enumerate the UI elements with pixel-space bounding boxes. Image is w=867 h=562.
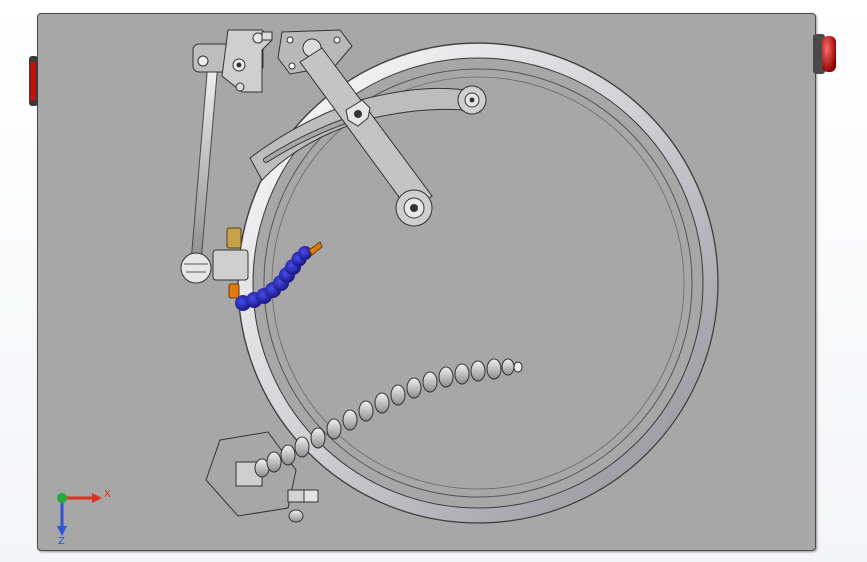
vertical-rod[interactable] bbox=[190, 61, 219, 263]
elbow-fitting[interactable] bbox=[287, 489, 319, 523]
z-axis-label: Z bbox=[58, 536, 65, 547]
top-clamp[interactable] bbox=[192, 29, 273, 93]
assembly-scene: X Z bbox=[29, 29, 836, 547]
lower-clamp[interactable] bbox=[180, 227, 249, 299]
wheel-ring[interactable] bbox=[237, 42, 719, 524]
coordinate-triad: X Z bbox=[57, 489, 111, 547]
y-axis bbox=[57, 493, 67, 503]
right-edge-button[interactable] bbox=[813, 34, 836, 74]
silver-segmented-hose[interactable] bbox=[235, 358, 523, 487]
x-axis-label: X bbox=[104, 489, 111, 500]
left-edge-button[interactable] bbox=[29, 56, 38, 106]
